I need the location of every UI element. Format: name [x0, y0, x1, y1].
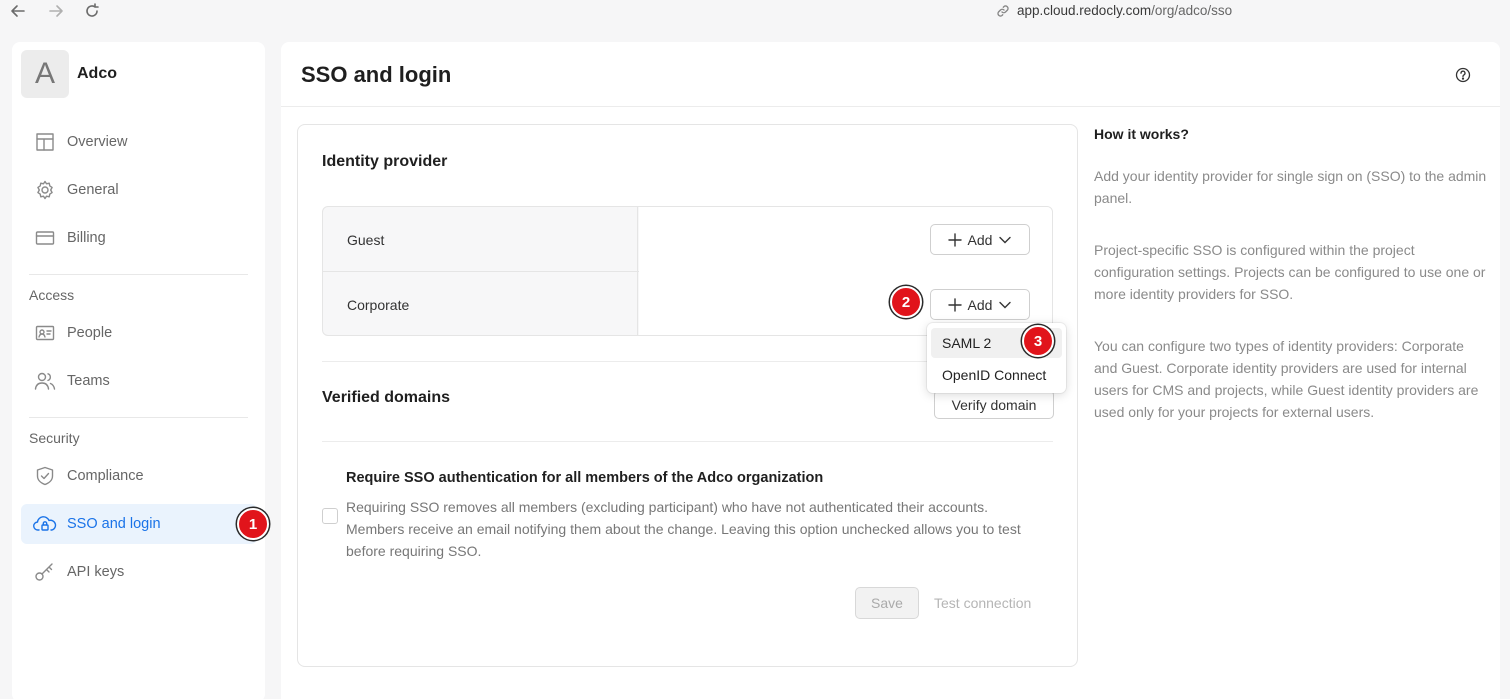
how-it-works-panel: How it works? Add your identity provider…: [1094, 126, 1489, 423]
add-button-label: Add: [967, 231, 993, 248]
key-icon: [33, 560, 57, 584]
require-sso-description: Requiring SSO removes all members (exclu…: [346, 499, 1021, 559]
org-switcher[interactable]: A Adco: [21, 50, 117, 98]
section-divider: [322, 441, 1053, 442]
sso-settings-card: Identity provider Guest Add Corporate Ad…: [297, 124, 1078, 667]
main-content: SSO and login Identity provider Guest Ad…: [281, 42, 1500, 699]
card-icon: [33, 226, 57, 250]
url-path: /org/adco/sso: [1151, 3, 1233, 18]
section-title-security: Security: [29, 430, 80, 446]
sidebar-item-label: Teams: [67, 373, 110, 389]
plus-icon: [947, 232, 962, 247]
step-badge-2: 2: [890, 286, 922, 318]
back-arrow-icon[interactable]: [8, 1, 28, 21]
help-icon[interactable]: [1454, 66, 1472, 84]
how-it-works-title: How it works?: [1094, 126, 1189, 142]
dropdown-item-openid-connect[interactable]: OpenID Connect: [931, 360, 1062, 390]
sidebar-item-label: SSO and login: [67, 516, 161, 532]
url-host: app.cloud.redocly.com: [1017, 3, 1152, 18]
sidebar-item-compliance[interactable]: Compliance: [21, 456, 257, 496]
id-card-icon: [33, 321, 57, 345]
cloud-lock-icon: [33, 512, 57, 536]
sidebar-item-overview[interactable]: Overview: [21, 122, 257, 162]
section-title-access: Access: [29, 287, 75, 303]
save-button[interactable]: Save: [855, 587, 919, 619]
layout-icon: [33, 130, 57, 154]
how-it-works-paragraph: Add your identity provider for single si…: [1094, 168, 1487, 206]
org-name: Adco: [77, 65, 117, 82]
provider-value-cell: Add: [639, 207, 1052, 272]
address-bar[interactable]: app.cloud.redocly.com/org/adco/sso: [996, 3, 1232, 18]
require-sso-checkbox[interactable]: [322, 508, 338, 524]
sidebar-item-label: People: [67, 325, 113, 341]
sidebar-item-api-keys[interactable]: API keys: [21, 552, 257, 592]
plus-icon: [947, 297, 962, 312]
org-avatar: A: [21, 50, 69, 98]
verify-domain-button[interactable]: Verify domain: [934, 390, 1054, 419]
page-title: SSO and login: [301, 62, 452, 87]
step-badge-1: 1: [237, 508, 269, 540]
users-icon: [33, 369, 57, 393]
sidebar-item-general[interactable]: General: [21, 170, 257, 210]
sidebar-item-teams[interactable]: Teams: [21, 361, 257, 401]
provider-type-corporate: Corporate: [323, 272, 638, 335]
sidebar-item-label: API keys: [67, 564, 125, 580]
step-badge-3: 3: [1022, 325, 1054, 357]
corporate-add-button[interactable]: Add: [930, 289, 1030, 320]
how-it-works-paragraph: You can configure two types of identity …: [1094, 338, 1479, 420]
add-button-label: Add: [967, 296, 993, 313]
table-row: Guest Add: [323, 207, 1052, 272]
sidebar: A Adco Overview General Billing Access P…: [12, 42, 265, 699]
link-icon: [997, 4, 1009, 17]
sidebar-divider: [29, 274, 248, 275]
sidebar-item-people[interactable]: People: [21, 313, 257, 353]
forward-arrow-icon[interactable]: [46, 1, 66, 21]
require-sso-title: Require SSO authentication for all membe…: [346, 470, 824, 486]
how-it-works-paragraph: Project-specific SSO is configured withi…: [1094, 242, 1486, 302]
sidebar-item-sso-and-login[interactable]: SSO and login: [21, 504, 257, 544]
sidebar-item-label: Compliance: [67, 468, 144, 484]
chevron-down-icon: [999, 236, 1012, 243]
sidebar-item-label: General: [67, 182, 119, 198]
browser-toolbar: app.cloud.redocly.com/org/adco/sso: [0, 0, 1510, 28]
sidebar-item-label: Billing: [67, 230, 106, 246]
shield-check-icon: [33, 464, 57, 488]
sidebar-divider: [29, 417, 248, 418]
page-header: SSO and login: [281, 42, 1500, 107]
test-connection-button[interactable]: Test connection: [934, 587, 1031, 619]
sidebar-item-label: Overview: [67, 134, 128, 150]
gear-icon: [33, 178, 57, 202]
verified-domains-heading: Verified domains: [322, 389, 451, 406]
reload-icon[interactable]: [82, 1, 102, 21]
guest-add-button[interactable]: Add: [930, 224, 1030, 255]
identity-provider-table: Guest Add Corporate Add: [322, 206, 1053, 336]
provider-type-guest: Guest: [323, 207, 638, 272]
chevron-down-icon: [999, 301, 1012, 308]
identity-provider-heading: Identity provider: [322, 153, 448, 170]
sidebar-item-billing[interactable]: Billing: [21, 218, 257, 258]
